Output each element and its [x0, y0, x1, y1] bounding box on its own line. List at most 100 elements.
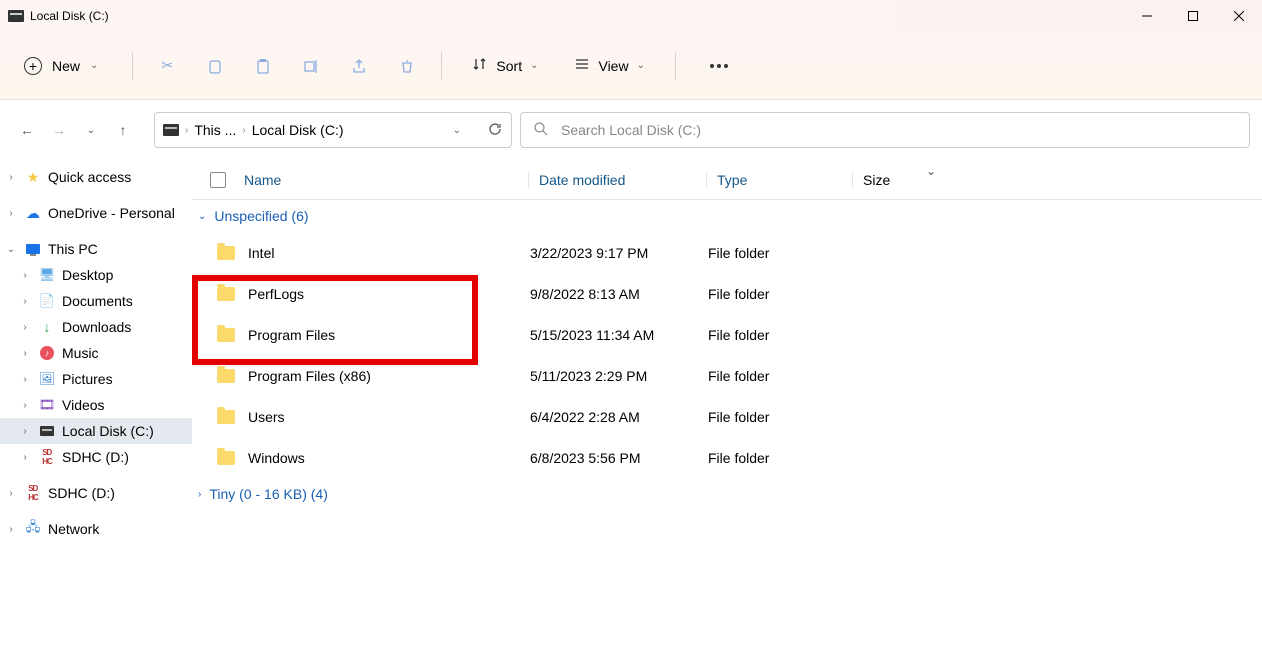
sidebar-item-desktop[interactable]: ›🖥Desktop	[0, 262, 192, 288]
videos-icon: 🎞	[38, 397, 56, 413]
share-icon[interactable]	[349, 56, 369, 76]
sidebar-item-sdhc-2[interactable]: ›SDHCSDHC (D:)	[0, 480, 192, 506]
file-date: 5/15/2023 11:34 AM	[530, 327, 708, 343]
column-date[interactable]: Date modified	[528, 172, 706, 188]
sidebar-item-network[interactable]: ›🖧Network	[0, 516, 192, 542]
close-button[interactable]	[1216, 0, 1262, 32]
chevron-down-icon: ⌄	[90, 60, 98, 71]
rename-icon[interactable]	[301, 56, 321, 76]
drive-icon	[8, 10, 24, 22]
recent-dropdown[interactable]: ⌄	[82, 125, 100, 136]
sidebar-item-this-pc[interactable]: ⌄This PC	[0, 236, 192, 262]
network-icon: 🖧	[24, 521, 42, 537]
new-label: New	[52, 58, 80, 74]
paste-icon[interactable]	[253, 56, 273, 76]
chevron-down-icon: ⌄	[198, 211, 206, 222]
chevron-right-icon[interactable]: ›	[4, 172, 18, 183]
chevron-right-icon: ›	[198, 489, 201, 500]
file-name: Intel	[240, 245, 530, 261]
chevron-right-icon[interactable]: ›	[18, 322, 32, 333]
file-row[interactable]: Program Files5/15/2023 11:34 AMFile fold…	[192, 314, 1262, 355]
file-date: 6/4/2022 2:28 AM	[530, 409, 708, 425]
sidebar-item-onedrive[interactable]: ›☁OneDrive - Personal	[0, 200, 192, 226]
column-name[interactable]: Name	[244, 172, 528, 188]
chevron-right-icon[interactable]: ›	[4, 488, 18, 499]
folder-icon	[217, 369, 235, 383]
copy-icon[interactable]	[205, 56, 225, 76]
chevron-right-icon[interactable]: ›	[18, 348, 32, 359]
nav-row: ← → ⌄ ↑ › This ... › Local Disk (C:) ⌄	[0, 100, 1262, 160]
sort-button[interactable]: Sort ⌄	[466, 52, 544, 79]
toolbar: + New ⌄ ✂ Sort ⌄ View ⌄	[0, 32, 1262, 100]
chevron-right-icon[interactable]: ›	[4, 208, 18, 219]
chevron-right-icon[interactable]: ›	[18, 296, 32, 307]
crumb-local-disk[interactable]: Local Disk (C:)	[252, 122, 344, 138]
forward-button[interactable]: →	[50, 122, 68, 138]
maximize-button[interactable]	[1170, 0, 1216, 32]
file-row[interactable]: Windows6/8/2023 5:56 PMFile folder	[192, 437, 1262, 478]
group-header[interactable]: ›Tiny (0 - 16 KB) (4)	[192, 478, 1262, 510]
sd-icon: SDHC	[24, 485, 42, 501]
sort-icon	[472, 56, 488, 75]
file-type: File folder	[708, 245, 854, 261]
chevron-right-icon: ›	[242, 125, 245, 136]
more-button[interactable]	[700, 54, 738, 78]
chevron-right-icon[interactable]: ›	[18, 426, 32, 437]
delete-icon[interactable]	[397, 56, 417, 76]
group-header[interactable]: ⌄Unspecified (6)	[192, 200, 1262, 232]
view-button[interactable]: View ⌄	[568, 52, 650, 79]
search-input[interactable]	[561, 122, 1237, 138]
file-date: 6/8/2023 5:56 PM	[530, 450, 708, 466]
column-type[interactable]: Type	[706, 172, 852, 188]
file-row[interactable]: PerfLogs9/8/2022 8:13 AMFile folder	[192, 273, 1262, 314]
sidebar-item-sdhc-1[interactable]: ›SDHCSDHC (D:)	[0, 444, 192, 470]
back-button[interactable]: ←	[18, 122, 36, 138]
music-icon: ♪	[38, 345, 56, 361]
file-name: Program Files	[240, 327, 530, 343]
file-name: Program Files (x86)	[240, 368, 530, 384]
new-button[interactable]: + New ⌄	[14, 51, 108, 81]
view-icon	[574, 56, 590, 75]
file-type: File folder	[708, 286, 854, 302]
sort-label: Sort	[496, 58, 522, 74]
refresh-button[interactable]	[487, 121, 503, 140]
chevron-right-icon[interactable]: ›	[18, 452, 32, 463]
address-bar[interactable]: › This ... › Local Disk (C:) ⌄	[154, 112, 512, 148]
file-name: PerfLogs	[240, 286, 530, 302]
minimize-button[interactable]	[1124, 0, 1170, 32]
crumb-this-pc[interactable]: This ...	[194, 122, 236, 138]
sidebar-item-downloads[interactable]: ›↓Downloads	[0, 314, 192, 340]
chevron-right-icon[interactable]: ›	[4, 524, 18, 535]
drive-icon	[38, 423, 56, 439]
sidebar-item-local-disk[interactable]: ›Local Disk (C:)	[0, 418, 192, 444]
sidebar-item-quick-access[interactable]: ›★Quick access	[0, 164, 192, 190]
up-button[interactable]: ↑	[114, 122, 132, 138]
file-row[interactable]: Users6/4/2022 2:28 AMFile folder	[192, 396, 1262, 437]
file-row[interactable]: Program Files (x86)5/11/2023 2:29 PMFile…	[192, 355, 1262, 396]
sidebar-item-documents[interactable]: ›📄Documents	[0, 288, 192, 314]
file-date: 5/11/2023 2:29 PM	[530, 368, 708, 384]
drive-icon	[163, 124, 179, 136]
search-icon	[533, 121, 549, 140]
chevron-right-icon[interactable]: ›	[18, 374, 32, 385]
plus-icon: +	[24, 57, 42, 75]
pc-icon	[24, 241, 42, 257]
cut-icon[interactable]: ✂	[157, 56, 177, 76]
column-size[interactable]: Size⌄	[852, 172, 942, 188]
chevron-right-icon[interactable]: ›	[18, 270, 32, 281]
search-box[interactable]	[520, 112, 1250, 148]
chevron-down-icon[interactable]: ⌄	[4, 244, 18, 255]
file-row[interactable]: Intel3/22/2023 9:17 PMFile folder	[192, 232, 1262, 273]
file-name: Windows	[240, 450, 530, 466]
sidebar-item-videos[interactable]: ›🎞Videos	[0, 392, 192, 418]
document-icon: 📄	[38, 293, 56, 309]
sidebar-item-pictures[interactable]: ›🖼Pictures	[0, 366, 192, 392]
sidebar-item-music[interactable]: ›♪Music	[0, 340, 192, 366]
folder-icon	[217, 287, 235, 301]
file-name: Users	[240, 409, 530, 425]
file-type: File folder	[708, 368, 854, 384]
file-date: 9/8/2022 8:13 AM	[530, 286, 708, 302]
select-all-checkbox[interactable]	[210, 172, 226, 188]
chevron-right-icon[interactable]: ›	[18, 400, 32, 411]
address-dropdown[interactable]: ⌄	[453, 125, 461, 136]
